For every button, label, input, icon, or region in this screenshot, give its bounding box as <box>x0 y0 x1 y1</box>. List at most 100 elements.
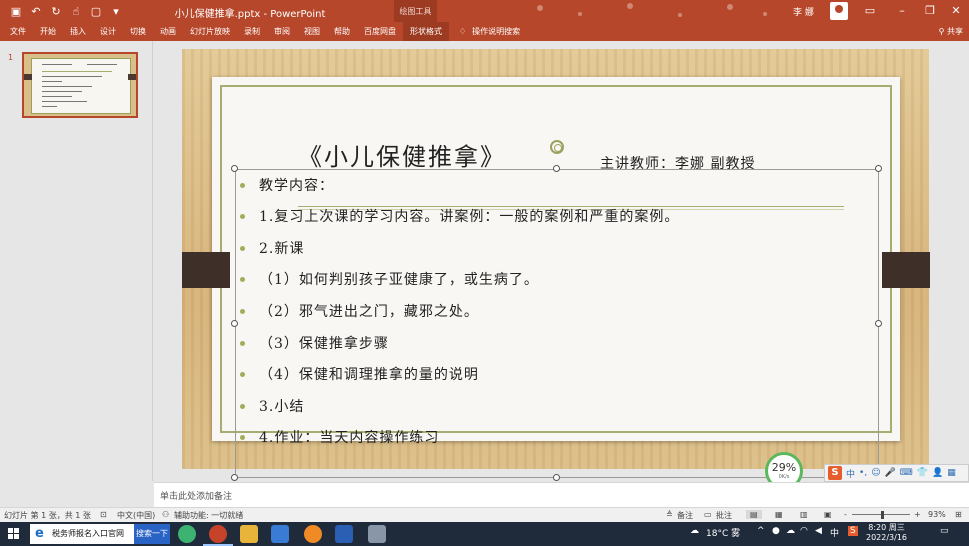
keyboard-icon[interactable]: ⌨ <box>900 468 913 478</box>
accessibility-icon[interactable]: ⚇ <box>162 510 169 519</box>
zoom-out-button[interactable]: - <box>844 510 847 519</box>
slideshow-icon[interactable]: ▣ <box>824 510 832 519</box>
bullet-item: 4.作业：当天内容操作练习 <box>238 427 439 447</box>
sogou-logo-icon[interactable]: S <box>828 466 842 480</box>
ime-indicator[interactable]: 中 <box>830 526 839 539</box>
sogou-tray-icon[interactable]: S <box>848 526 858 536</box>
bullet-text: 1.复习上次课的学习内容。讲案例：一般的案例和严重的案例。 <box>259 209 680 225</box>
tab-animations[interactable]: 动画 <box>153 22 183 41</box>
punctuation-icon[interactable]: •, <box>859 468 867 478</box>
word-app-icon[interactable] <box>335 525 353 543</box>
ribbon-display-icon[interactable]: ▭ <box>862 3 878 19</box>
ime-toolbar[interactable]: S 中 •, ☺ 🎤 ⌨ 👕 👤 ▦ <box>824 464 969 482</box>
share-label: 共享 <box>947 27 963 36</box>
app-icon[interactable] <box>304 525 322 543</box>
zoom-slider-thumb[interactable] <box>881 511 884 519</box>
powerpoint-app-icon[interactable] <box>209 525 227 543</box>
bullet-text: （4）保健和调理推拿的量的说明 <box>259 367 479 383</box>
zoom-level[interactable]: 93% <box>928 510 946 519</box>
taskbar-search-button[interactable]: 搜索一下 <box>134 524 170 544</box>
status-bar: 幻灯片 第 1 张，共 1 张 ⊡ 中文(中国) ⚇ 辅助功能: 一切就绪 ≜ … <box>0 507 969 522</box>
notes-pane[interactable]: 单击此处添加备注 <box>154 482 969 507</box>
taskbar-search-input[interactable]: 税务师报名入口官网 <box>30 524 134 544</box>
browser-app-icon[interactable] <box>178 525 196 543</box>
comments-button[interactable]: 批注 <box>716 510 732 521</box>
perf-speed: 0K/s <box>778 474 790 480</box>
bullet-dot <box>240 371 245 377</box>
thumbnail-number: 1 <box>8 53 14 62</box>
minimize-icon[interactable]: – <box>894 3 910 19</box>
skin-icon[interactable]: 👕 <box>917 468 928 478</box>
reading-view-icon[interactable]: ▥ <box>800 510 808 519</box>
bullet-text: 2.新课 <box>259 241 305 257</box>
resize-handle[interactable] <box>231 165 238 172</box>
resize-handle[interactable] <box>875 320 882 327</box>
normal-view-icon[interactable]: ▤ <box>746 510 762 519</box>
bullet-item: （1）如何判别孩子亚健康了，或生病了。 <box>238 269 539 289</box>
toolbox-icon[interactable]: ▦ <box>947 468 956 478</box>
thumbnail-line <box>42 86 92 87</box>
fit-to-window-icon[interactable]: ⊞ <box>955 510 962 519</box>
zoom-in-button[interactable]: + <box>914 510 921 519</box>
ime-mode[interactable]: 中 <box>846 467 855 480</box>
slide-thumbnail[interactable] <box>22 52 138 118</box>
tab-slideshow[interactable]: 幻灯片放映 <box>183 22 237 41</box>
bullet-dot <box>240 340 245 346</box>
lightbulb-icon: ♢ <box>459 27 467 36</box>
tab-file[interactable]: 文件 <box>0 22 33 41</box>
tab-shape-format[interactable]: 形状格式 <box>403 22 449 41</box>
wifi-icon[interactable]: ◠ <box>800 526 808 536</box>
tab-baidu-netdisk[interactable]: 百度网盘 <box>357 22 403 41</box>
tab-view[interactable]: 视图 <box>297 22 327 41</box>
perf-percent: 29% <box>771 461 797 474</box>
weather-text[interactable]: 18°C 雾 <box>706 526 740 539</box>
microphone-icon[interactable]: ● <box>772 526 780 536</box>
tab-review[interactable]: 审阅 <box>267 22 297 41</box>
resize-handle[interactable] <box>231 474 238 481</box>
tab-insert[interactable]: 插入 <box>63 22 93 41</box>
tell-me-search[interactable]: ♢ 操作说明搜索 <box>459 26 520 37</box>
app-icon[interactable] <box>368 525 386 543</box>
resize-handle[interactable] <box>553 165 560 172</box>
tab-home[interactable]: 开始 <box>33 22 63 41</box>
notes-button[interactable]: 备注 <box>677 510 693 521</box>
onedrive-icon[interactable]: ☁ <box>786 526 795 536</box>
resize-handle[interactable] <box>231 320 238 327</box>
bullet-item: 2.新课 <box>238 238 304 258</box>
notes-placeholder: 单击此处添加备注 <box>160 492 233 502</box>
resize-handle[interactable] <box>875 165 882 172</box>
slide-sorter-icon[interactable]: ▦ <box>775 510 783 519</box>
thumbnail-line <box>42 76 102 77</box>
emoji-icon[interactable]: ☺ <box>871 468 880 478</box>
volume-icon[interactable]: ◀ <box>815 526 822 536</box>
notes-icon: ≜ <box>666 510 673 519</box>
account-icon[interactable]: 👤 <box>932 468 943 478</box>
avatar[interactable] <box>830 2 848 20</box>
chevron-up-icon[interactable]: ^ <box>757 526 765 536</box>
paperclip-icon <box>550 140 564 154</box>
thumbnail-band <box>128 74 136 80</box>
close-icon[interactable]: ✕ <box>948 3 964 19</box>
restore-icon[interactable]: ❐ <box>922 3 938 19</box>
thumbnail-line <box>42 106 57 107</box>
resize-handle[interactable] <box>553 474 560 481</box>
share-button[interactable]: ⚲ 共享 <box>939 22 963 41</box>
spellcheck-icon[interactable]: ⊡ <box>100 510 107 519</box>
bullet-text: 教学内容： <box>259 178 334 194</box>
tab-transitions[interactable]: 切换 <box>123 22 153 41</box>
microphone-icon[interactable]: 🎤 <box>885 468 896 478</box>
clock[interactable]: 8:20 周三 2022/3/16 <box>866 523 907 543</box>
tab-record[interactable]: 录制 <box>237 22 267 41</box>
user-name[interactable]: 李 娜 <box>793 5 814 18</box>
language-indicator[interactable]: 中文(中国) <box>117 510 155 521</box>
slide-canvas[interactable]: 《小儿保健推拿》 主讲教师：李娜 副教授 教学内容： 1.复习上次课的学习内容。… <box>182 49 930 490</box>
file-explorer-icon[interactable] <box>240 525 258 543</box>
feishu-app-icon[interactable] <box>271 525 289 543</box>
accessibility-status[interactable]: 辅助功能: 一切就绪 <box>174 510 243 521</box>
start-button[interactable] <box>0 522 28 546</box>
ribbon-tabs: 文件 开始 插入 设计 切换 动画 幻灯片放映 录制 审阅 视图 帮助 百度网盘… <box>0 22 969 41</box>
tab-design[interactable]: 设计 <box>93 22 123 41</box>
tab-help[interactable]: 帮助 <box>327 22 357 41</box>
notification-icon[interactable]: ▭ <box>940 526 949 536</box>
slide-title[interactable]: 《小儿保健推拿》 <box>298 137 506 172</box>
